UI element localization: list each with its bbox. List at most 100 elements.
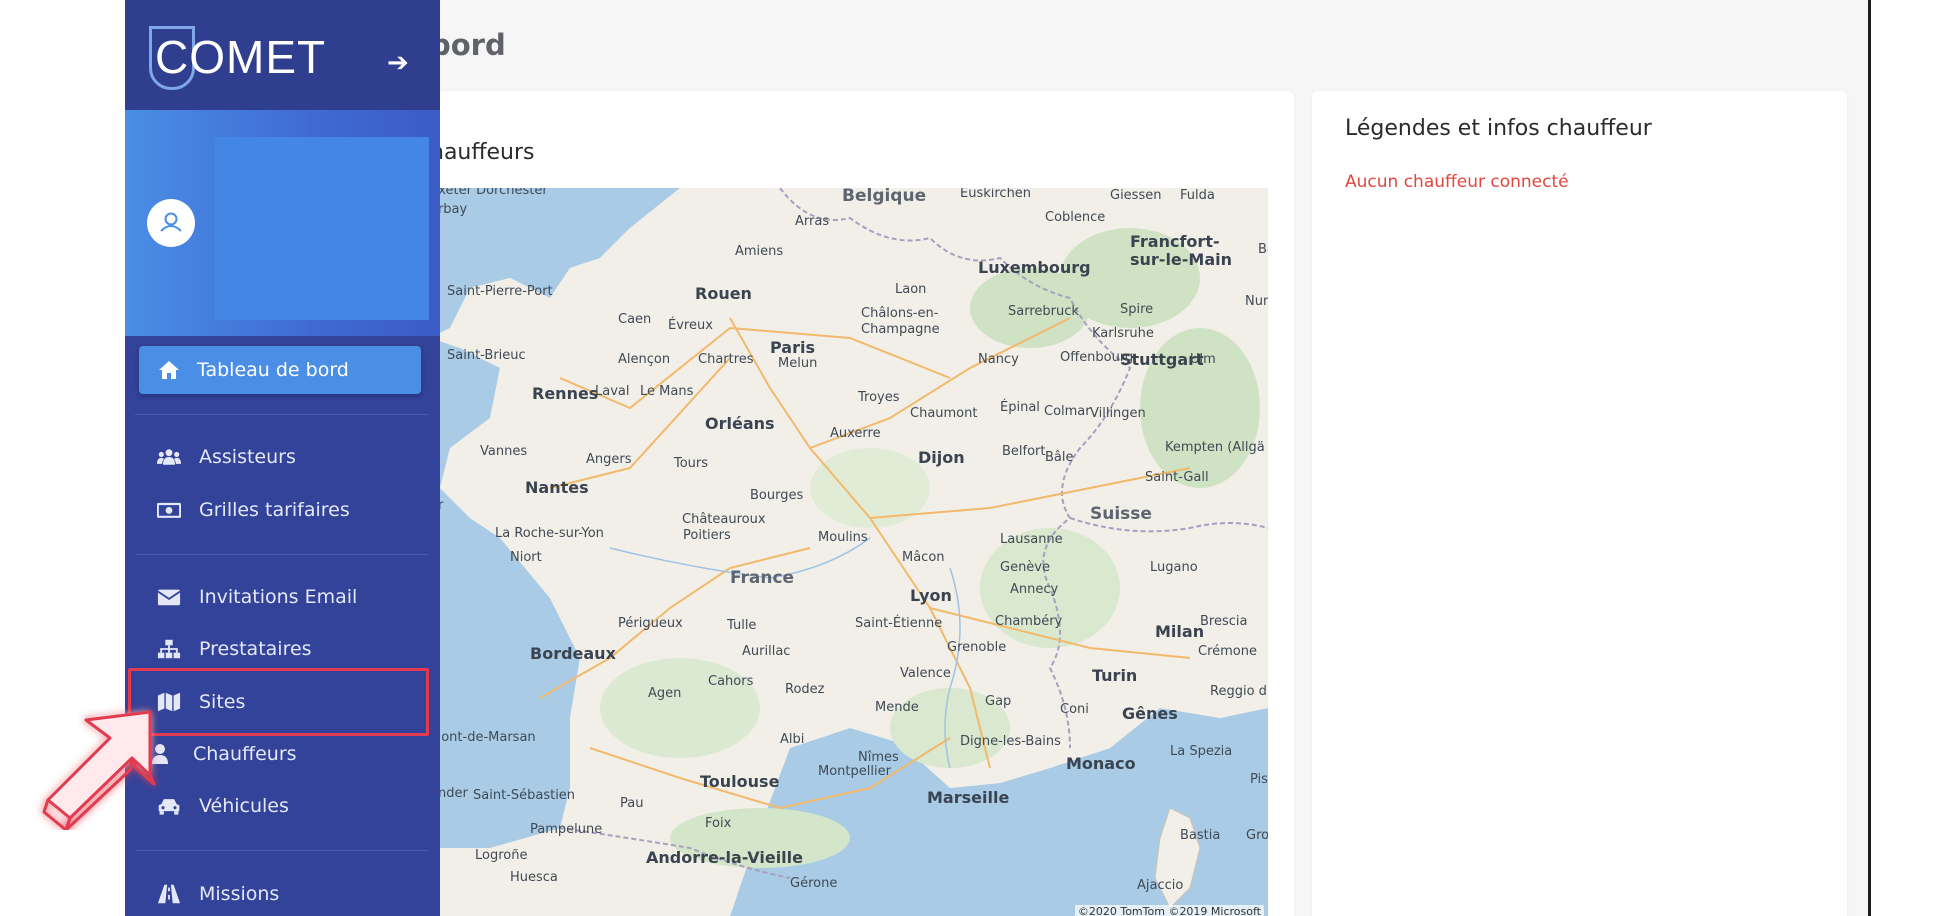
map-city-label: Toulouse [700,772,780,791]
sidebar-item-invitations-email[interactable]: Invitations Email [139,573,421,621]
page-title: bord [430,28,506,62]
map-city-label: Crémone [1198,644,1257,659]
map-city-label: Euskirchen [960,188,1032,201]
map-city-label: Lyon [910,586,952,605]
money-bill-icon [157,502,181,518]
map-city-label: Foix [705,816,732,831]
map-city-label: Orléans [705,414,775,433]
map-city-label: Giessen [1110,188,1162,203]
map-city-label: France [730,568,795,588]
map-city-label: Tulle [727,618,757,633]
map-city-label: Chartres [698,352,754,367]
map-city-label: Reggio d'Ém [1210,684,1268,699]
map-city-label: Caen [618,312,652,327]
map-city-label: Tours [674,456,709,471]
map-city-label: Troyes [858,390,900,405]
legend-card [1312,91,1847,916]
map-city-label: Saint-Étienne [855,616,943,631]
map-city-label: Bordeaux [530,644,616,663]
map-city-label: Mont-de-Marsan [430,730,536,745]
map-city-label: Châlons-en- [861,306,939,321]
map-attribution: ©2020 TomTom ©2019 Microsoft [1074,905,1264,916]
map-city-label: Saint-Sébastien [473,788,576,803]
sidebar-item-chauffeurs[interactable]: Chauffeurs [139,730,421,778]
sidebar-item-vehicules[interactable]: Véhicules [139,782,421,830]
map-city-label: Logroñe [475,848,528,863]
map-city-label: Arras [795,214,830,229]
map-city-label: Bâle [1045,450,1074,465]
map-city-label: Brescia [1200,614,1248,629]
map-city-label: Moulins [818,530,868,545]
map-city-label: Exeter Dorchester [430,188,548,198]
screen: bord hauffeurs Légendes et infos chauffe… [0,0,1950,916]
map-city-label: Turin [1092,666,1138,685]
map-background [430,188,1268,916]
map-city-label: Cahors [708,674,754,689]
map-city-label: Épinal [1000,400,1040,415]
map-city-label: Ulm [1190,352,1216,367]
drivers-map[interactable]: Belgique Euskirchen Giessen Fulda Arras Coble… [430,188,1268,916]
user-info-redacted [214,137,429,320]
map-city-label: Paris [770,338,815,357]
sidebar-item-grilles-tarifaires[interactable]: Grilles tarifaires [139,486,421,534]
user-outline-icon [160,212,182,232]
map-city-label: Chaumont [910,406,978,421]
map-city-label: Gérone [790,876,838,891]
map-city-label: Agen [648,686,682,701]
sidebar-divider [135,850,429,851]
map-city-label: Villingen [1090,406,1146,421]
map-city-label: Grenoble [947,640,1007,655]
map-city-label: Nuren [1245,294,1268,309]
map-city-label: Amiens [735,244,784,259]
sidebar-item-label: Assisteurs [199,446,296,468]
map-city-label: Champagne [861,322,940,337]
map-city-label: Nîmes [858,750,899,765]
sidebar-item-label: Prestataires [199,638,312,660]
sites-highlight-box [128,668,429,736]
map-city-label: Montpellier [818,764,891,779]
map-city-label: Auxerre [830,426,881,441]
map-city-label: Bastia [1180,828,1221,843]
map-city-label: Bourges [750,488,804,503]
collapse-arrow-icon[interactable]: ➔ [387,48,409,78]
avatar[interactable] [147,199,195,247]
sidebar-item-assisteurs[interactable]: Assisteurs [139,433,421,481]
annotation-arrow-icon [42,710,156,830]
map-city-label: Albi [780,732,805,747]
envelope-icon [157,589,181,606]
map-card-title: hauffeurs [430,140,535,165]
map-city-label: Saint-Pierre-Port [447,284,553,299]
map-city-label: Digne-les-Bains [960,734,1061,749]
no-driver-message: Aucun chauffeur connecté [1345,172,1569,192]
sidebar-divider [135,554,429,555]
map-city-label: La Roche-sur-Yon [495,526,604,541]
map-city-label: Gro [1246,828,1268,843]
map-city-label: Gênes [1122,704,1178,723]
sidebar-item-label: Grilles tarifaires [199,499,350,521]
map-city-label: Pau [620,796,644,811]
map-city-label: Rennes [532,384,599,403]
map-city-label: Suisse [1090,504,1152,524]
map-city-label: Belgique [842,188,927,206]
map-city-label: Vannes [480,444,528,459]
sidebar-divider [135,414,429,415]
sidebar-item-dashboard[interactable]: Tableau de bord [139,346,421,394]
map-city-label: Évreux [668,318,713,333]
map-city-label: Coni [1060,702,1089,717]
map-city-label: Genève [1000,560,1051,575]
map-city-label: Karlsruhe [1092,326,1154,341]
map-city-label: Gap [985,694,1012,709]
map-city-label: Melun [778,356,818,371]
sidebar-item-label: Chauffeurs [193,743,297,765]
map-city-label: Laon [895,282,927,297]
sidebar: COMET ➔ Tableau de bord Assisteurs Grill… [125,0,440,916]
map-city-label: Francfort- [1130,232,1220,251]
home-icon [159,361,179,379]
sidebar-item-label: Véhicules [199,795,289,817]
map-city-label: Nantes [525,478,589,497]
sidebar-item-prestataires[interactable]: Prestataires [139,625,421,673]
map-city-label: Pise [1250,772,1268,787]
map-city-label: Monaco [1066,754,1136,773]
sidebar-item-missions[interactable]: Missions [139,870,421,916]
map-city-label: Dijon [918,448,965,467]
